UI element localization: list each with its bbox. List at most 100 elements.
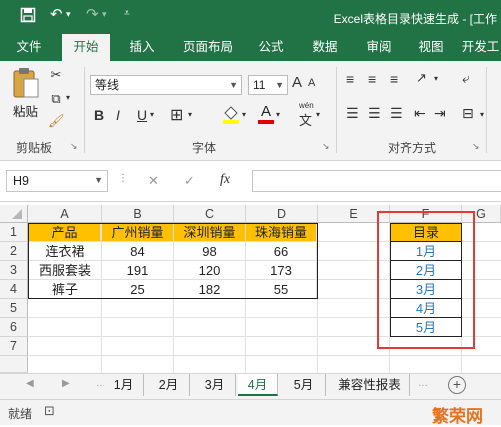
cut-icon[interactable]: ✂ [48, 67, 64, 83]
row-header-1[interactable]: 1 [0, 223, 28, 242]
scroll-left-icon[interactable]: ◀ [26, 378, 34, 389]
increase-indent-icon[interactable]: ⇥ [434, 105, 446, 122]
save-icon[interactable] [20, 7, 36, 27]
redo-icon[interactable]: ↷ [86, 5, 99, 23]
table-header-cell[interactable]: 珠海销量 [246, 224, 317, 242]
insert-function-icon[interactable]: fx [220, 172, 230, 188]
shrink-font-icon[interactable]: A [308, 77, 315, 89]
fill-color-icon[interactable] [222, 105, 240, 125]
sheet-tab-5[interactable]: 5月 [282, 374, 326, 396]
align-left-icon[interactable]: ☰ [346, 105, 359, 122]
new-sheet-icon[interactable]: + [448, 376, 466, 394]
tab-developer[interactable]: 开发工 [460, 34, 501, 61]
table-cell[interactable]: 120 [174, 261, 246, 280]
undo-icon[interactable]: ↶ [50, 5, 63, 23]
row-header-4[interactable]: 4 [0, 280, 28, 299]
underline-button[interactable]: U [137, 107, 147, 123]
fill-dropdown-icon[interactable]: ▾ [242, 110, 246, 119]
table-header-cell[interactable]: 产品 [29, 224, 101, 242]
column-header-c[interactable]: C [174, 205, 246, 223]
worksheet-grid[interactable]: A B C D E F G 1 2 3 4 5 6 7 产品 广州销量 深圳销量… [0, 205, 501, 373]
row-header-7[interactable]: 7 [0, 337, 28, 356]
bold-button[interactable]: B [94, 107, 104, 123]
more-icon[interactable]: ⋮ [118, 173, 128, 184]
alignment-launcher-icon[interactable]: ↘ [472, 141, 480, 152]
italic-button[interactable]: I [116, 107, 120, 123]
font-launcher-icon[interactable]: ↘ [322, 141, 330, 152]
merge-cells-icon[interactable]: ⊟ [462, 105, 474, 122]
sheet-tab-compat[interactable]: 兼容性报表 [330, 374, 410, 396]
copy-dropdown-icon[interactable]: ▾ [66, 93, 70, 102]
borders-dropdown-icon[interactable]: ▾ [188, 110, 192, 119]
column-header-b[interactable]: B [102, 205, 174, 223]
table-cell[interactable]: 84 [102, 242, 174, 261]
scroll-right-icon[interactable]: ▶ [62, 378, 70, 389]
column-header-d[interactable]: D [246, 205, 318, 223]
clipboard-launcher-icon[interactable]: ↘ [70, 141, 78, 152]
decrease-indent-icon[interactable]: ⇤ [414, 105, 426, 122]
borders-icon[interactable]: ⊞ [170, 105, 183, 125]
align-top-icon[interactable]: ≡ [346, 71, 354, 87]
sheet-tab-3[interactable]: 3月 [194, 374, 236, 396]
phonetic-icon[interactable]: wén 文 [296, 101, 318, 128]
row-header-2[interactable]: 2 [0, 242, 28, 261]
merge-dropdown-icon[interactable]: ▾ [480, 110, 484, 119]
table-cell[interactable]: 裤子 [29, 280, 102, 298]
align-middle-icon[interactable]: ≡ [368, 71, 376, 87]
phonetic-dropdown-icon[interactable]: ▾ [316, 110, 320, 119]
select-all-corner[interactable] [0, 205, 28, 223]
macro-record-icon[interactable]: ⊡ [44, 403, 55, 419]
redo-dropdown-icon[interactable]: ▾ [102, 9, 107, 20]
wrap-text-icon[interactable]: ⤶ [462, 70, 470, 87]
table-cell[interactable]: 98 [174, 242, 246, 261]
tab-home[interactable]: 开始 [62, 34, 110, 61]
align-right-icon[interactable]: ☰ [390, 105, 403, 122]
sheet-tab-4[interactable]: 4月 [238, 374, 278, 396]
tab-review[interactable]: 审阅 [356, 34, 402, 61]
orientation-dropdown-icon[interactable]: ▾ [434, 74, 438, 83]
name-box[interactable]: H9 ▼ [6, 170, 108, 192]
undo-dropdown-icon[interactable]: ▾ [66, 9, 71, 20]
more-icon[interactable]: … [418, 378, 428, 389]
tab-view[interactable]: 视图 [408, 34, 454, 61]
font-color-icon[interactable]: A [258, 103, 274, 125]
row-header-3[interactable]: 3 [0, 261, 28, 280]
table-cell[interactable]: 55 [246, 280, 317, 298]
column-header-a[interactable]: A [28, 205, 102, 223]
underline-dropdown-icon[interactable]: ▾ [150, 110, 154, 119]
paste-label[interactable]: 粘贴 [13, 101, 38, 120]
align-center-icon[interactable]: ☰ [368, 105, 381, 122]
table-cell[interactable]: 西服套装 [29, 261, 102, 280]
paste-icon[interactable] [12, 67, 40, 101]
format-painter-icon[interactable]: 🖌 [48, 113, 65, 129]
sheet-tab-1[interactable]: 1月 [104, 374, 144, 396]
table-cell[interactable]: 连衣裙 [29, 242, 102, 261]
tab-file[interactable]: 文件 [6, 34, 52, 61]
table-header-cell[interactable]: 广州销量 [102, 224, 174, 242]
table-cell[interactable]: 173 [246, 261, 317, 280]
tab-insert[interactable]: 插入 [118, 34, 166, 61]
cancel-icon[interactable]: ✕ [148, 173, 159, 189]
table-header-cell[interactable]: 深圳销量 [174, 224, 246, 242]
table-cell[interactable]: 66 [246, 242, 317, 261]
row-header-8[interactable] [0, 356, 28, 373]
row-header-6[interactable]: 6 [0, 318, 28, 337]
formula-input[interactable] [252, 170, 501, 192]
enter-icon[interactable]: ✓ [184, 173, 195, 189]
tab-page-layout[interactable]: 页面布局 [176, 34, 240, 61]
customize-toolbar-icon[interactable]: ⩡ [124, 8, 130, 19]
table-cell[interactable]: 182 [174, 280, 246, 298]
tab-data[interactable]: 数据 [302, 34, 348, 61]
tab-formulas[interactable]: 公式 [248, 34, 294, 61]
grow-font-icon[interactable]: A [292, 74, 302, 91]
align-bottom-icon[interactable]: ≡ [390, 71, 398, 87]
row-header-5[interactable]: 5 [0, 299, 28, 318]
font-color-dropdown-icon[interactable]: ▾ [276, 110, 280, 119]
font-name-combo[interactable]: 等线 ▼ [90, 75, 242, 95]
table-cell[interactable]: 25 [102, 280, 174, 298]
font-size-combo[interactable]: 11 ▼ [248, 75, 288, 95]
sheet-tab-2[interactable]: 2月 [148, 374, 190, 396]
table-cell[interactable]: 191 [102, 261, 174, 280]
orientation-icon[interactable]: ↗ [416, 70, 427, 86]
copy-icon[interactable]: ⧉ [48, 91, 64, 107]
